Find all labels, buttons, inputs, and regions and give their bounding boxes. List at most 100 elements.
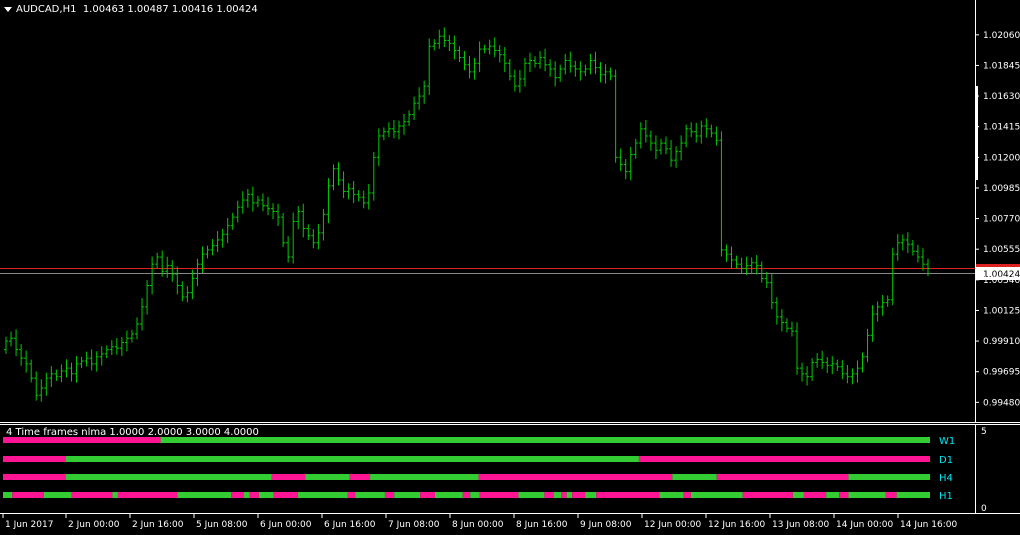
- ohlc-bar: [890, 247, 895, 306]
- ohlc-bar: [679, 135, 684, 161]
- ohlc-bar: [462, 51, 467, 71]
- x-tick-label: 12 Jun 00:00: [644, 520, 701, 530]
- timeframe-segment: [71, 492, 113, 498]
- ohlc-bar: [583, 64, 588, 77]
- ohlc-bar: [920, 248, 925, 271]
- ohlc-bar: [497, 45, 502, 63]
- x-tick-label: 14 Jun 16:00: [900, 520, 957, 530]
- y-tick-label: 1.00985: [983, 184, 1020, 194]
- ohlc-bar: [417, 87, 422, 110]
- ohlc-bar: [276, 203, 281, 226]
- ohlc-bar: [467, 55, 472, 79]
- ohlc-bar: [553, 61, 558, 87]
- ohlc-bar: [114, 337, 119, 355]
- ohlc-bar: [29, 359, 34, 383]
- x-tick-label: 7 Jun 08:00: [388, 520, 440, 530]
- y-tick-label: 0.99910: [983, 337, 1020, 347]
- ohlc-bar: [391, 120, 396, 139]
- ohlc-bar: [664, 136, 669, 155]
- x-tick-label: 2 Jun 00:00: [68, 520, 120, 530]
- ohlc-bar: [386, 122, 391, 138]
- ohlc-bar: [502, 47, 507, 73]
- ohlc-bar: [119, 337, 124, 356]
- ohlc-bar: [180, 281, 185, 302]
- ohlc-bar: [558, 64, 563, 82]
- ohlc-bar: [744, 256, 749, 275]
- indicator-scale-top: 5: [981, 427, 987, 437]
- ohlc-bar: [160, 250, 165, 277]
- timeframe-segment: [3, 492, 13, 498]
- timeframe-segment: [394, 492, 421, 498]
- ohlc-bar: [774, 297, 779, 325]
- y-tick-label: 0.99480: [983, 398, 1020, 408]
- timeframe-segment: [3, 474, 67, 480]
- x-tick-label: 1 Jun 2017: [5, 520, 53, 530]
- ohlc-bar: [195, 258, 200, 287]
- ohlc-bar: [563, 53, 568, 75]
- ohlc-bar: [789, 321, 794, 337]
- ohlc-bar: [694, 122, 699, 143]
- timeframe-segment: [355, 492, 385, 498]
- timeframe-label: H1: [939, 491, 953, 502]
- x-tick-label: 12 Jun 16:00: [708, 520, 765, 530]
- timeframe-segment: [177, 492, 232, 498]
- ohlc-bar: [129, 329, 134, 343]
- ohlc-bar: [598, 62, 603, 83]
- price-chart[interactable]: 1.00424 1.020601.018451.016301.014151.01…: [0, 0, 1020, 535]
- x-tick-label: 6 Jun 16:00: [324, 520, 376, 530]
- triangle-down-icon[interactable]: [4, 7, 12, 12]
- ohlc-bar: [578, 61, 583, 81]
- timeframe-segment: [566, 492, 573, 498]
- ohlc-bar: [477, 41, 482, 73]
- ohlc-bar: [321, 208, 326, 241]
- y-tick-label: 1.00555: [983, 245, 1020, 255]
- ohlc-bar: [538, 51, 543, 69]
- ohlc-bar: [880, 294, 885, 316]
- ohlc-bar: [795, 322, 800, 375]
- ohlc-bar: [850, 368, 855, 385]
- ohlc-bar: [336, 162, 341, 186]
- timeframe-segment: [672, 474, 717, 480]
- ohlc-bar: [714, 126, 719, 146]
- ohlc-bar: [568, 51, 573, 73]
- ohlc-bar: [734, 255, 739, 269]
- ohlc-values: 1.00463 1.00487 1.00416 1.00424: [82, 4, 258, 15]
- ohlc-bar: [155, 252, 160, 269]
- timeframe-segment: [690, 492, 743, 498]
- ohlc-bar: [371, 151, 376, 201]
- ohlc-bar: [658, 138, 663, 155]
- ohlc-bar: [638, 122, 643, 149]
- ohlc-bar: [14, 329, 19, 357]
- ohlc-bar: [482, 44, 487, 54]
- ohlc-bar: [507, 59, 512, 81]
- ohlc-bar: [749, 257, 754, 274]
- ohlc-bar: [165, 256, 170, 278]
- timeframe-segment: [561, 492, 567, 498]
- ohlc-bar: [875, 301, 880, 322]
- ohlc-bar: [34, 371, 39, 401]
- timeframe-segment: [596, 492, 660, 498]
- y-tick-label: 1.01200: [983, 153, 1020, 163]
- y-tick-label: 0.99695: [983, 368, 1020, 378]
- timeframe-segment: [258, 492, 274, 498]
- ohlc-bar: [286, 236, 291, 263]
- time-axis: 1 Jun 2017 2 Jun 00:00 2 Jun 16:00 5 Jun 08…: [2, 514, 957, 530]
- indicator-rows: W1 D1 H4 H1: [3, 436, 955, 502]
- ohlc-bar: [810, 358, 815, 381]
- ohlc-bar: [255, 195, 260, 208]
- ohlc-bar: [170, 260, 175, 282]
- ohlc-bar: [527, 52, 532, 73]
- y-tick-label: 1.00125: [983, 306, 1020, 316]
- ohlc-bar: [769, 273, 774, 310]
- ohlc-bar: [311, 229, 316, 249]
- timeframe-segment: [553, 492, 562, 498]
- ohlc-bar: [235, 200, 240, 223]
- ohlc-bar: [225, 218, 230, 244]
- ohlc-bar: [296, 206, 301, 230]
- ohlc-bar: [407, 110, 412, 126]
- indicator-title: 4 Time frames nlma 1.0000 2.0000 3.0000 …: [6, 427, 259, 438]
- ohlc-bar: [608, 67, 613, 81]
- ohlc-bar: [764, 271, 769, 289]
- timeframe-segment: [43, 492, 72, 498]
- ohlc-bar: [719, 131, 724, 257]
